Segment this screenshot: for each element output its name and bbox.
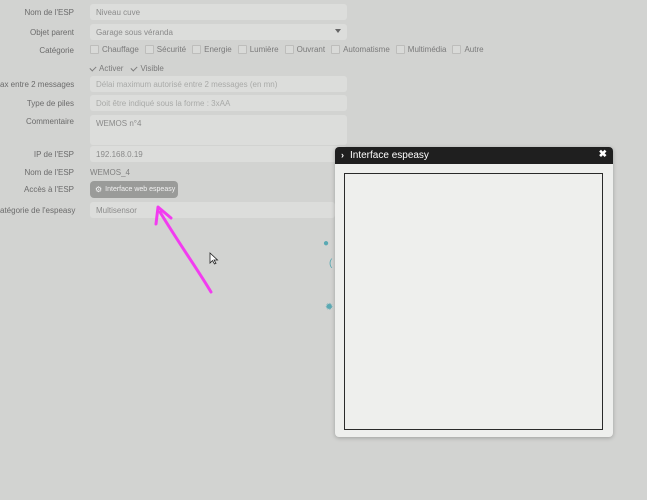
interface-espeasy-modal: › Interface espeasy ✖ — [335, 147, 613, 437]
close-icon[interactable]: ✖ — [599, 149, 607, 160]
mouse-cursor-icon — [209, 252, 219, 265]
modal-header: › Interface espeasy ✖ — [335, 147, 613, 164]
chevron-right-icon: › — [341, 150, 344, 160]
espeasy-iframe[interactable] — [344, 173, 603, 430]
modal-title: Interface espeasy — [350, 150, 429, 161]
